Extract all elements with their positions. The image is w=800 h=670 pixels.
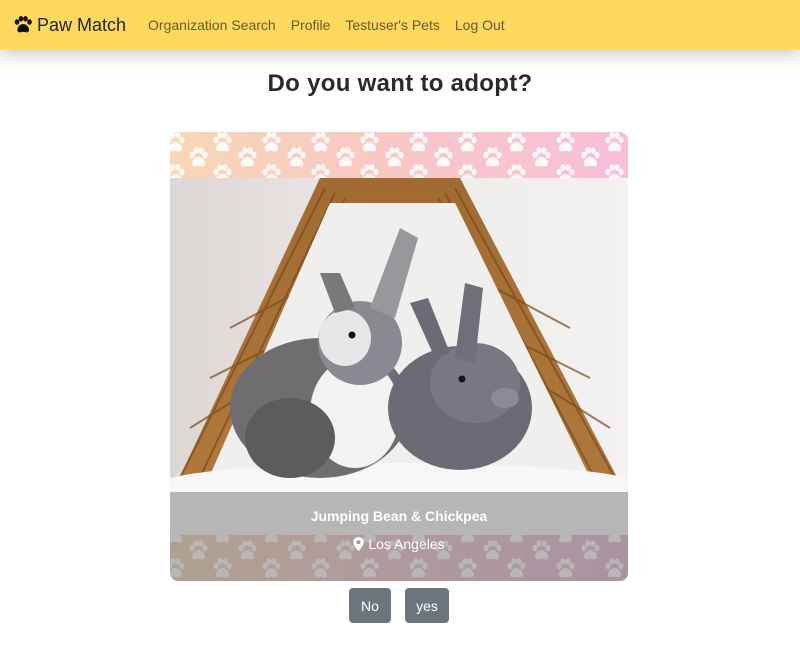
map-pin-icon <box>353 537 365 551</box>
yes-button[interactable]: yes <box>405 588 449 623</box>
nav-my-pets[interactable]: Testuser's Pets <box>345 17 440 33</box>
pet-card[interactable]: Jumping Bean & Chickpea Los Angeles <box>170 132 628 581</box>
no-button[interactable]: No <box>349 588 391 623</box>
navbar: Paw Match Organization Search Profile Te… <box>0 0 800 50</box>
nav-profile[interactable]: Profile <box>291 17 331 33</box>
nav-log-out[interactable]: Log Out <box>455 17 505 33</box>
page-title: Do you want to adopt? <box>267 70 533 97</box>
paw-pattern-top <box>170 132 628 178</box>
pet-photo <box>170 178 628 535</box>
pet-location-label: Los Angeles <box>368 536 445 552</box>
nav-organization-search[interactable]: Organization Search <box>148 17 276 33</box>
paw-icon <box>14 16 32 33</box>
pet-location: Los Angeles <box>170 536 628 552</box>
pet-caption: Jumping Bean & Chickpea Los Angeles <box>170 492 628 581</box>
pet-name: Jumping Bean & Chickpea <box>310 508 488 524</box>
brand-link[interactable]: Paw Match <box>13 15 126 36</box>
brand-label: Paw Match <box>37 14 127 35</box>
